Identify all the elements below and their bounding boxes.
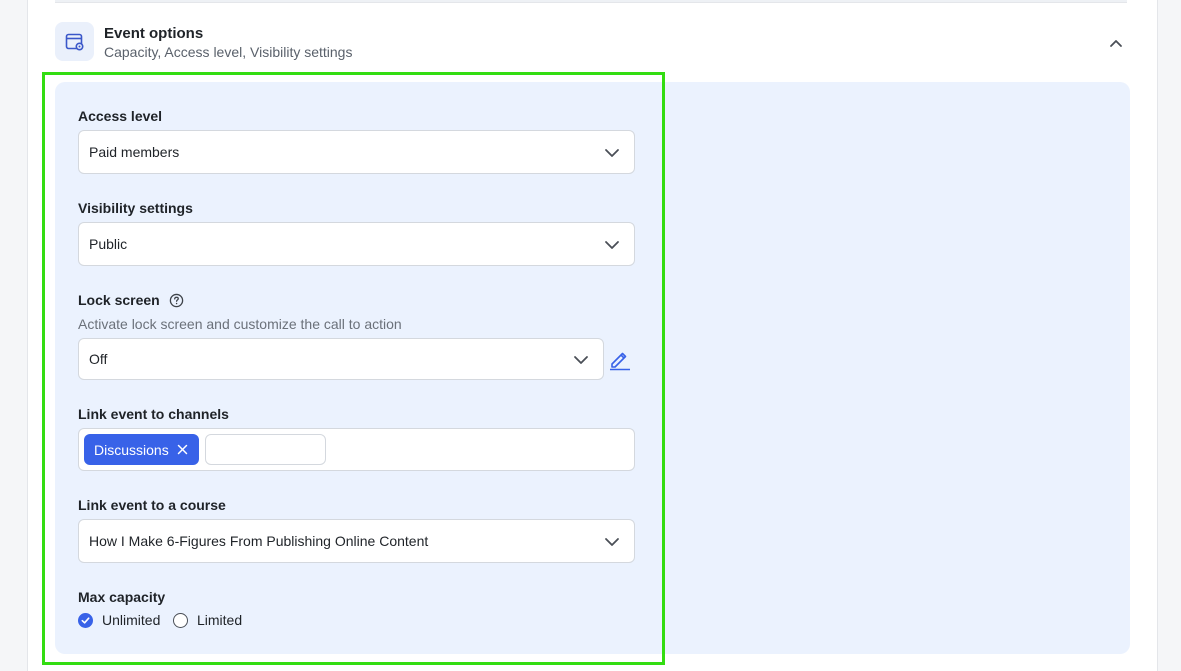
lock-screen-value: Off [89, 351, 108, 367]
lock-screen-description: Activate lock screen and customize the c… [78, 316, 402, 332]
lock-screen-select[interactable]: Off [78, 338, 604, 380]
course-value: How I Make 6-Figures From Publishing Onl… [89, 533, 429, 549]
edit-pencil-icon[interactable] [608, 347, 632, 371]
access-level-select[interactable]: Paid members [78, 130, 635, 174]
visibility-value: Public [89, 236, 128, 252]
chevron-down-icon [605, 149, 619, 157]
lock-screen-label: Lock screen [78, 292, 160, 308]
radio-unchecked-icon [173, 612, 188, 628]
access-level-label: Access level [78, 108, 163, 124]
capacity-option-unlimited[interactable]: Unlimited [78, 612, 160, 628]
chevron-down-icon [605, 538, 619, 546]
course-label: Link event to a course [78, 497, 226, 513]
channel-tag: Discussions [84, 434, 199, 465]
course-select[interactable]: How I Make 6-Figures From Publishing Onl… [78, 519, 635, 563]
channel-tag-label: Discussions [94, 441, 169, 458]
section-subtitle: Capacity, Access level, Visibility setti… [104, 44, 353, 60]
capacity-label: Max capacity [78, 589, 166, 605]
collapse-chevron-up-icon[interactable] [1106, 33, 1126, 53]
remove-tag-close-icon[interactable] [177, 444, 188, 455]
radio-checked-icon [78, 612, 93, 628]
chevron-down-icon [605, 241, 619, 249]
capacity-option-label: Unlimited [102, 612, 161, 628]
visibility-select[interactable]: Public [78, 222, 635, 266]
chevron-down-icon [574, 356, 588, 364]
previous-section-edge [55, 0, 1127, 3]
capacity-option-label: Limited [197, 612, 243, 628]
calendar-settings-icon [55, 22, 94, 61]
channel-search-input[interactable] [205, 434, 326, 465]
section-title: Event options [104, 25, 204, 42]
visibility-label: Visibility settings [78, 200, 193, 216]
access-level-value: Paid members [89, 144, 180, 160]
capacity-option-limited[interactable]: Limited [173, 612, 242, 628]
lock-screen-label-row: Lock screen [78, 292, 184, 308]
channels-label: Link event to channels [78, 406, 229, 422]
help-circle-icon[interactable] [169, 293, 184, 308]
